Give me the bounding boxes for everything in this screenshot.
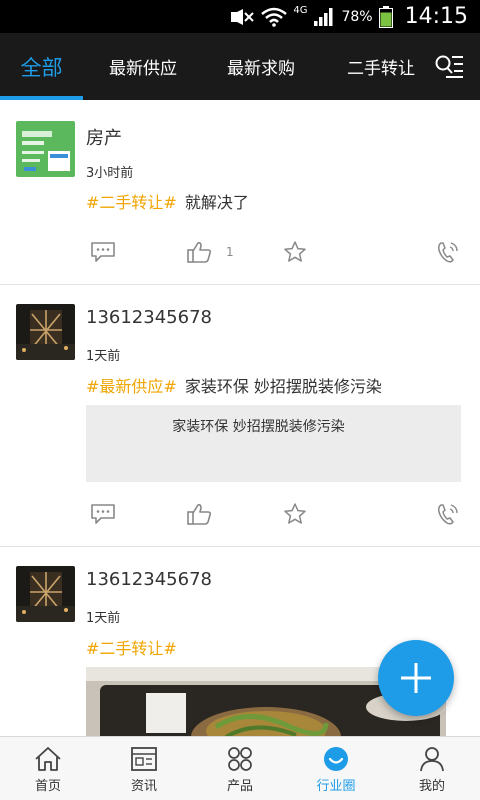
tab-label: 二手转让 (347, 59, 415, 79)
battery-level: 78% (341, 8, 373, 25)
nav-profile[interactable]: 我的 (384, 737, 480, 800)
phone-icon (438, 504, 458, 525)
bottom-navigation: 首页 资讯 产品 行业圈 我的 (0, 736, 480, 800)
star-icon (284, 241, 306, 262)
comment-icon (91, 504, 115, 524)
avatar-image (16, 304, 75, 360)
battery-icon (378, 5, 393, 28)
profile-icon (420, 747, 444, 772)
post-content[interactable]: #二手转让# 就解决了 (86, 189, 249, 213)
nav-label: 我的 (418, 779, 445, 794)
link-card-title: 家装环保 妙招摆脱装修污染 (172, 419, 345, 435)
nav-news[interactable]: 资讯 (96, 737, 192, 800)
tab-latest-purchase[interactable]: 最新求购 (216, 33, 306, 100)
post-author[interactable]: 13612345678 (86, 307, 212, 328)
post-author[interactable]: 13612345678 (86, 569, 212, 590)
post-text: 家装环保 妙招摆脱装修污染 (184, 377, 382, 396)
wifi-icon (261, 7, 288, 27)
tab-label: 全部 (20, 55, 63, 80)
nav-label: 资讯 (130, 779, 157, 794)
nav-label: 首页 (34, 779, 61, 794)
link-card[interactable]: 家装环保 妙招摆脱装修污染 (86, 405, 461, 482)
nav-products[interactable]: 产品 (192, 737, 288, 800)
tab-label: 最新供应 (109, 59, 177, 79)
like-count: 1 (226, 245, 234, 259)
post-tag[interactable]: #二手转让# (86, 193, 177, 212)
feed-post: 13612345678 1天前 #最新供应# 家装环保 妙招摆脱装修污染 家装环保… (0, 285, 480, 547)
nav-label: 产品 (226, 779, 253, 794)
tab-latest-supply[interactable]: 最新供应 (98, 33, 188, 100)
post-time: 1天前 (86, 349, 121, 364)
post-tag[interactable]: #二手转让# (86, 639, 177, 658)
post-time: 1天前 (86, 611, 121, 626)
post-text: 就解决了 (184, 193, 249, 212)
thumbs-up-icon (187, 242, 212, 263)
avatar-image (16, 121, 75, 177)
feed-post: 房产 3小时前 #二手转让# 就解决了 1 (0, 100, 480, 285)
post-actions: 1 (0, 237, 480, 267)
tab-label: 最新求购 (227, 59, 295, 79)
home-icon (35, 747, 61, 771)
call-button[interactable] (436, 499, 458, 529)
thumbs-up-icon (187, 504, 212, 525)
category-tab-bar: 全部 最新供应 最新求购 二手转让 (0, 33, 480, 100)
status-bar: 4G 78% 14:15 (0, 0, 480, 33)
search-filter-icon[interactable] (434, 54, 464, 80)
nav-industry-circle[interactable]: 行业圈 (288, 737, 384, 800)
news-icon (131, 747, 157, 771)
network-type: 4G (293, 5, 308, 16)
post-author[interactable]: 房产 (86, 124, 122, 150)
post-tag[interactable]: #最新供应# (86, 377, 177, 396)
avatar[interactable] (16, 304, 75, 360)
post-content[interactable]: #二手转让# (86, 635, 185, 659)
clock: 14:15 (404, 4, 468, 29)
new-post-button[interactable] (378, 640, 454, 716)
like-button[interactable] (186, 499, 212, 529)
post-time: 3小时前 (86, 166, 134, 181)
nav-label: 行业圈 (316, 779, 356, 794)
nav-home[interactable]: 首页 (0, 737, 96, 800)
tab-all[interactable]: 全部 (0, 33, 83, 100)
avatar[interactable] (16, 121, 75, 177)
call-button[interactable] (436, 237, 458, 267)
phone-icon (438, 242, 458, 263)
favorite-button[interactable] (283, 237, 307, 267)
products-icon (228, 747, 252, 771)
plus-icon (401, 663, 431, 693)
comment-button[interactable] (90, 499, 116, 529)
tab-second-hand[interactable]: 二手转让 (336, 33, 426, 100)
signal-icon (314, 7, 333, 26)
comment-button[interactable] (90, 237, 116, 267)
like-button[interactable]: 1 (186, 237, 234, 267)
favorite-button[interactable] (283, 499, 307, 529)
status-icons: 4G 78% 14:15 (229, 0, 468, 33)
mute-icon (231, 8, 255, 25)
avatar[interactable] (16, 566, 75, 622)
comment-icon (91, 242, 115, 262)
industry-circle-icon (324, 747, 348, 771)
avatar-image (16, 566, 75, 622)
star-icon (284, 503, 306, 524)
post-actions (0, 499, 480, 529)
post-content[interactable]: #最新供应# 家装环保 妙招摆脱装修污染 (86, 373, 382, 397)
